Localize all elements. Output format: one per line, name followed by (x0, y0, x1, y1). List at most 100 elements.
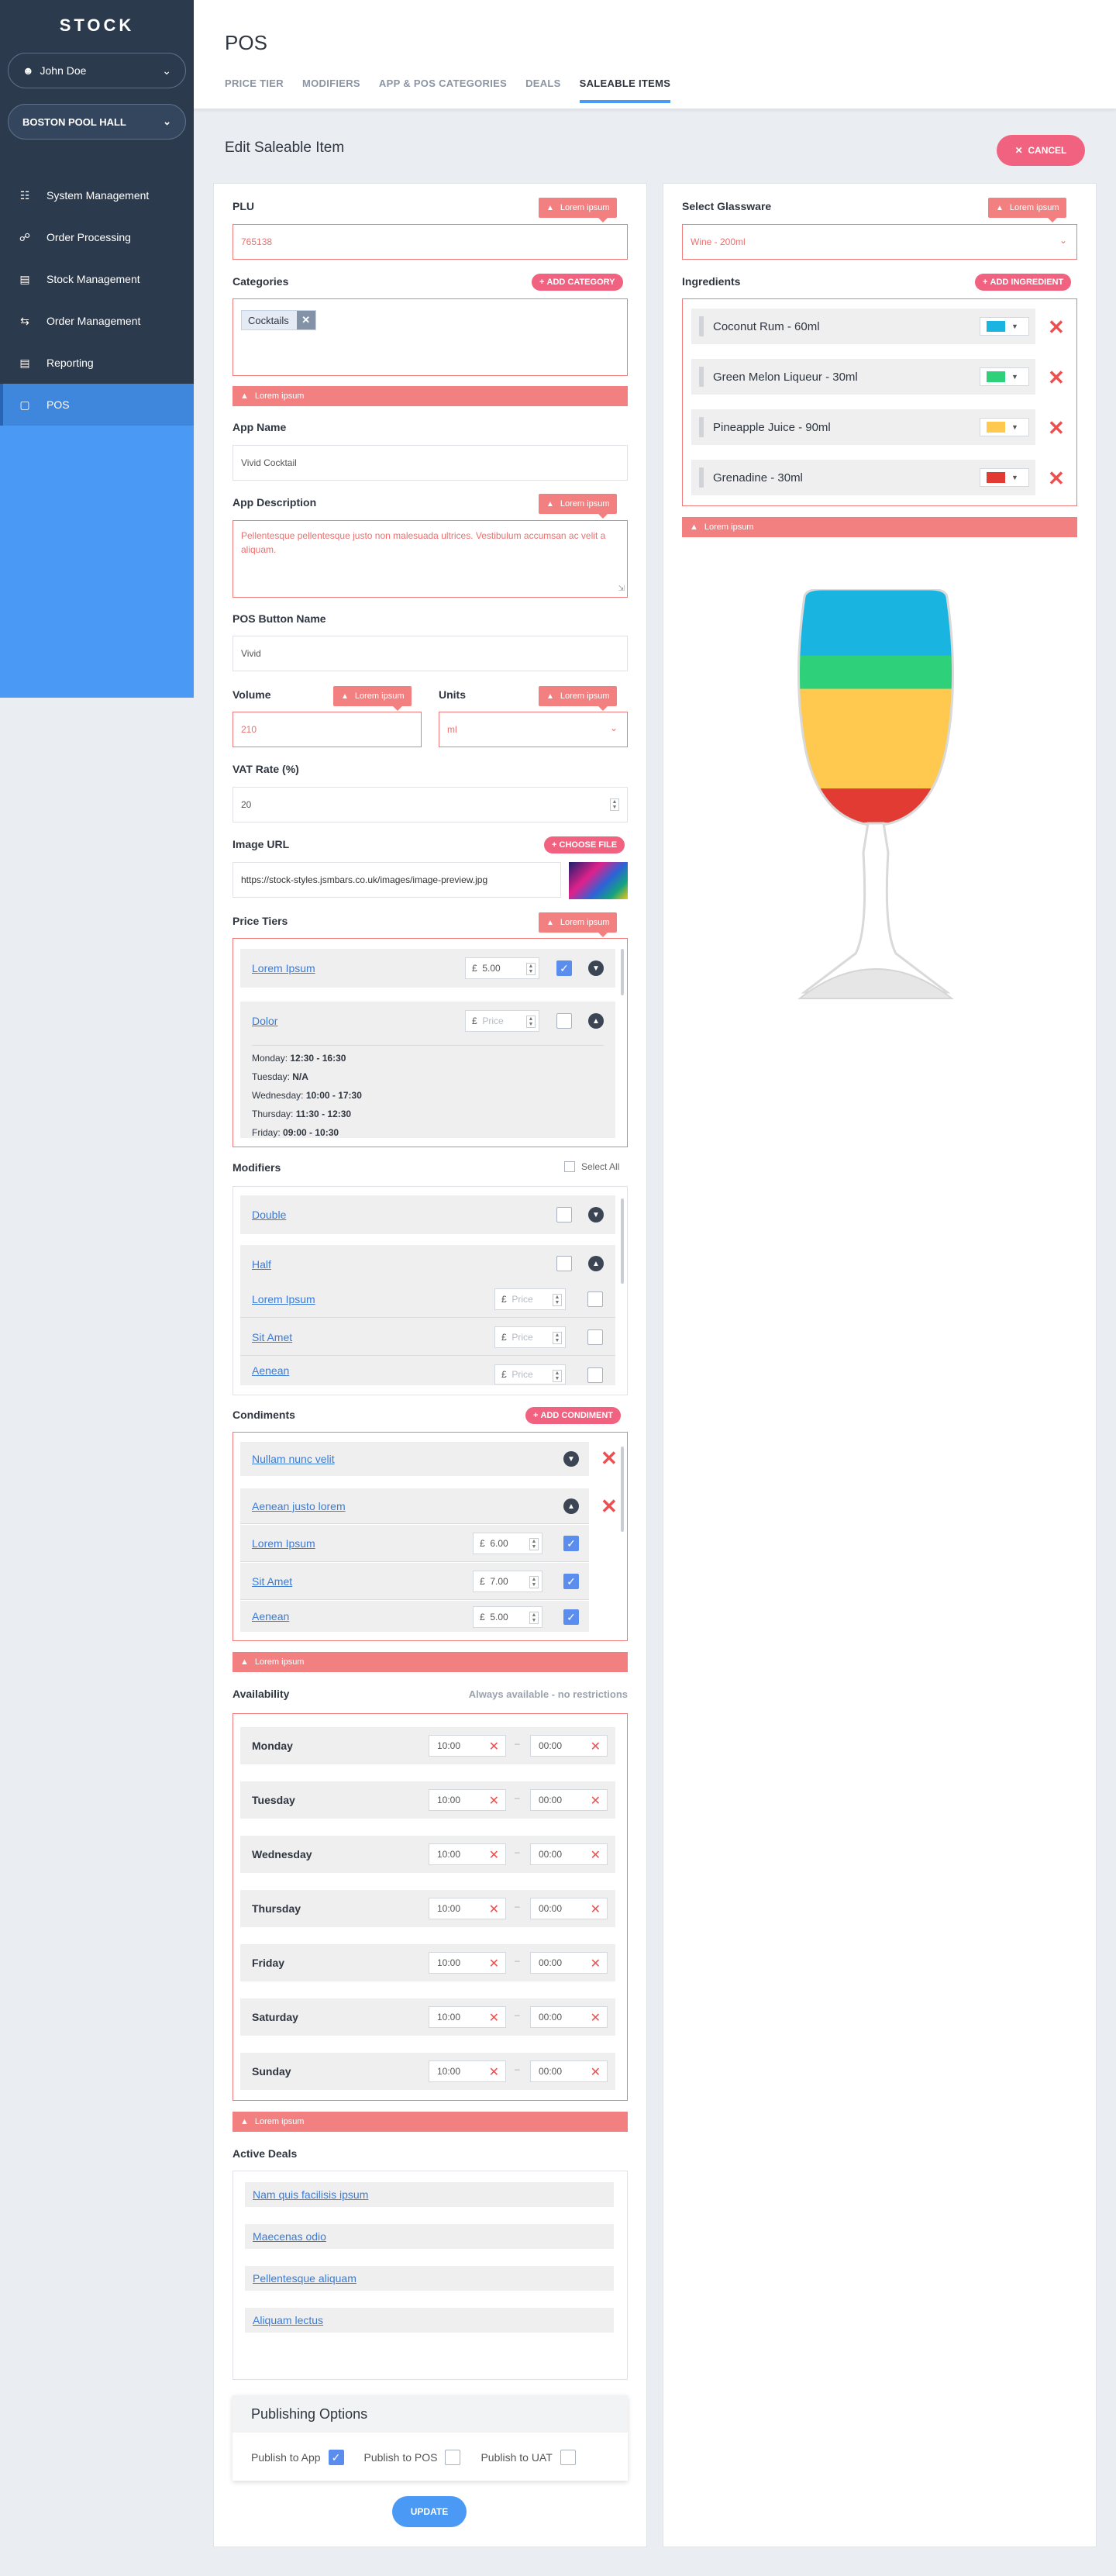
modifier-item-name[interactable]: Aenean (252, 1364, 289, 1377)
clear-icon[interactable]: ✕ (489, 2064, 499, 2080)
publish-uat-checkbox[interactable] (560, 2450, 576, 2465)
condiment-group-name[interactable]: Aenean justo lorem (252, 1500, 346, 1512)
modifier-item-name[interactable]: Lorem Ipsum (252, 1293, 315, 1305)
chevron-down-icon[interactable]: ▼ (588, 960, 604, 976)
cancel-button[interactable]: ✕ CANCEL (997, 135, 1085, 166)
stepper-icon[interactable]: ▲ ▼ (529, 1576, 539, 1588)
modifier-group-name[interactable]: Half (252, 1258, 271, 1271)
volume-input[interactable]: 210 (232, 712, 422, 747)
price-input[interactable]: £ 5.00 ▲ ▼ (465, 957, 539, 979)
remove-icon[interactable]: ✕ (1048, 468, 1065, 488)
condiment-checkbox[interactable]: ✓ (563, 1574, 579, 1589)
nav-reporting[interactable]: ▤ Reporting (0, 342, 194, 384)
price-tier-checkbox[interactable]: ✓ (556, 960, 572, 976)
price-input[interactable]: £ 5.00 ▲ ▼ (473, 1606, 542, 1628)
remove-icon[interactable]: ✕ (601, 1448, 618, 1468)
deal-link[interactable]: Maecenas odio (253, 2230, 326, 2243)
time-to-input[interactable]: 00:00 ✕ (530, 1843, 608, 1865)
publish-app-checkbox[interactable]: ✓ (328, 2450, 344, 2465)
condiment-group-name[interactable]: Nullam nunc velit (252, 1453, 335, 1465)
nav-stock-management[interactable]: ▤ Stock Management (0, 258, 194, 300)
time-from-input[interactable]: 10:00 ✕ (429, 2006, 506, 2028)
modifier-checkbox[interactable] (556, 1256, 572, 1271)
modifier-item-checkbox[interactable] (587, 1329, 603, 1345)
clear-icon[interactable]: ✕ (489, 1739, 499, 1754)
venue-select[interactable]: BOSTON POOL HALL ⌄ (8, 104, 186, 140)
vat-input[interactable]: 20 ▲ ▼ (232, 787, 628, 822)
scrollbar[interactable] (621, 1198, 624, 1284)
time-from-input[interactable]: 10:00 ✕ (429, 2060, 506, 2082)
chevron-down-icon[interactable]: ▼ (563, 1451, 579, 1467)
add-ingredient-button[interactable]: + ADD INGREDIENT (975, 274, 1072, 291)
app-description-textarea[interactable]: Pellentesque pellentesque justo non male… (232, 520, 628, 598)
time-to-input[interactable]: 00:00 ✕ (530, 1898, 608, 1919)
clear-icon[interactable]: ✕ (591, 1793, 601, 1809)
nav-order-processing[interactable]: ☍ Order Processing (0, 216, 194, 258)
price-input[interactable]: £ Price ▲ ▼ (494, 1364, 566, 1385)
user-select[interactable]: ☻ John Doe ⌄ (8, 53, 186, 88)
stepper-icon[interactable]: ▲ ▼ (553, 1370, 562, 1382)
time-to-input[interactable]: 00:00 ✕ (530, 2060, 608, 2082)
deal-link[interactable]: Aliquam lectus (253, 2314, 323, 2326)
tab-saleable-items[interactable]: SALEABLE ITEMS (579, 78, 671, 103)
pos-name-input[interactable]: Vivid (232, 636, 628, 671)
stepper-icon[interactable]: ▲ ▼ (553, 1294, 562, 1306)
chevron-up-icon[interactable]: ▲ (588, 1013, 604, 1029)
chevron-down-icon[interactable]: ▼ (588, 1207, 604, 1222)
price-input[interactable]: £ 6.00 ▲ ▼ (473, 1533, 542, 1554)
remove-chip-icon[interactable]: ✕ (296, 311, 315, 329)
publish-pos-checkbox[interactable] (445, 2450, 461, 2465)
tab-deals[interactable]: DEALS (525, 78, 561, 103)
resize-handle-icon[interactable]: ⇲ (618, 582, 625, 596)
modifier-checkbox[interactable] (556, 1207, 572, 1222)
price-tier-name[interactable]: Lorem Ipsum (252, 962, 315, 974)
select-all-checkbox[interactable] (564, 1161, 575, 1172)
clear-icon[interactable]: ✕ (489, 1902, 499, 1917)
modifier-item-checkbox[interactable] (587, 1367, 603, 1383)
units-select[interactable]: ml ⌄ (439, 712, 628, 747)
nav-system-management[interactable]: ☷ System Management (0, 174, 194, 216)
condiment-checkbox[interactable]: ✓ (563, 1609, 579, 1625)
stepper-icon[interactable]: ▲ ▼ (529, 1612, 539, 1624)
price-input[interactable]: £ 7.00 ▲ ▼ (473, 1571, 542, 1592)
choose-file-button[interactable]: + CHOOSE FILE (544, 836, 625, 853)
color-picker[interactable]: ▼ (980, 317, 1029, 336)
drag-handle-icon[interactable] (699, 467, 704, 488)
drag-handle-icon[interactable] (699, 316, 704, 336)
color-picker[interactable]: ▼ (980, 468, 1029, 487)
glassware-select[interactable]: Wine - 200ml ⌄ (682, 224, 1077, 260)
remove-icon[interactable]: ✕ (1048, 418, 1065, 438)
remove-icon[interactable]: ✕ (1048, 317, 1065, 337)
clear-icon[interactable]: ✕ (489, 1793, 499, 1809)
clear-icon[interactable]: ✕ (591, 1956, 601, 1971)
remove-icon[interactable]: ✕ (601, 1496, 618, 1516)
price-tier-checkbox[interactable] (556, 1013, 572, 1029)
time-to-input[interactable]: 00:00 ✕ (530, 1735, 608, 1757)
modifier-item-name[interactable]: Sit Amet (252, 1331, 292, 1343)
drag-handle-icon[interactable] (699, 367, 704, 387)
clear-icon[interactable]: ✕ (591, 2064, 601, 2080)
nav-order-management[interactable]: ⇆ Order Management (0, 300, 194, 342)
tab-modifiers[interactable]: MODIFIERS (302, 78, 360, 103)
price-tier-name[interactable]: Dolor (252, 1015, 277, 1027)
modifier-item-checkbox[interactable] (587, 1291, 603, 1307)
tab-price-tier[interactable]: PRICE TIER (225, 78, 284, 103)
add-category-button[interactable]: + ADD CATEGORY (532, 274, 623, 291)
modifier-group-name[interactable]: Double (252, 1209, 286, 1221)
condiment-checkbox[interactable]: ✓ (563, 1536, 579, 1551)
add-condiment-button[interactable]: + ADD CONDIMENT (525, 1407, 621, 1424)
price-input[interactable]: £ Price ▲ ▼ (465, 1010, 539, 1032)
time-from-input[interactable]: 10:00 ✕ (429, 1789, 506, 1811)
time-to-input[interactable]: 00:00 ✕ (530, 1952, 608, 1974)
categories-box[interactable]: Cocktails ✕ (232, 298, 628, 376)
clear-icon[interactable]: ✕ (591, 1847, 601, 1863)
tab-app-pos-categories[interactable]: APP & POS CATEGORIES (379, 78, 507, 103)
time-from-input[interactable]: 10:00 ✕ (429, 1952, 506, 1974)
time-from-input[interactable]: 10:00 ✕ (429, 1843, 506, 1865)
condiment-item-name[interactable]: Sit Amet (252, 1575, 292, 1588)
time-to-input[interactable]: 00:00 ✕ (530, 1789, 608, 1811)
stepper-icon[interactable]: ▲ ▼ (553, 1332, 562, 1344)
price-input[interactable]: £ Price ▲ ▼ (494, 1288, 566, 1310)
chevron-up-icon[interactable]: ▲ (563, 1498, 579, 1514)
app-name-input[interactable]: Vivid Cocktail (232, 445, 628, 481)
